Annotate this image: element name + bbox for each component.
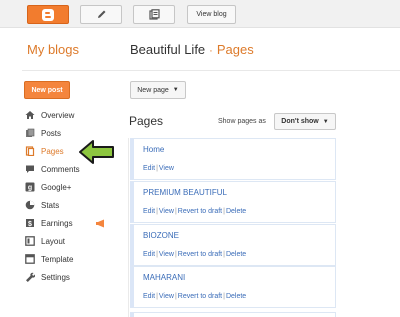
svg-text:g: g <box>27 185 31 192</box>
sidebar-item-google-plus[interactable]: g Google+ <box>24 180 71 194</box>
view-link[interactable]: View <box>159 293 174 300</box>
caret-down-icon: ▼ <box>172 87 179 93</box>
sidebar-item-label: Comments <box>41 164 80 174</box>
edit-link[interactable]: Edit <box>143 293 155 300</box>
new-post-button[interactable]: New post <box>24 81 70 99</box>
page-actions: Edit|View <box>143 165 174 172</box>
section-name: Pages <box>216 42 254 57</box>
edit-link[interactable]: Edit <box>143 251 155 258</box>
caret-down-icon: ▼ <box>322 118 329 125</box>
sidebar-item-layout[interactable]: Layout <box>24 234 65 248</box>
view-blog-button[interactable]: View blog <box>187 5 236 24</box>
pages-heading: Pages <box>129 114 164 128</box>
show-pages-value: Don't show <box>281 118 319 125</box>
template-icon <box>24 254 35 265</box>
page-title-link[interactable]: PREMIUM BEAUTIFUL <box>143 188 227 197</box>
delete-link[interactable]: Delete <box>226 251 246 258</box>
sidebar-item-overview[interactable]: Overview <box>24 108 74 122</box>
sidebar-item-posts[interactable]: Posts <box>24 126 61 140</box>
my-blogs-link[interactable]: My blogs <box>27 42 79 57</box>
blogger-logo-button[interactable] <box>27 5 69 24</box>
green-arrow-icon <box>79 140 114 164</box>
pencil-icon <box>97 10 105 18</box>
sidebar-item-label: Earnings <box>41 218 73 228</box>
layout-icon <box>24 236 35 247</box>
posts-list-button[interactable] <box>133 5 175 24</box>
sidebar-item-label: Posts <box>41 128 62 138</box>
view-link[interactable]: View <box>159 251 174 258</box>
view-link[interactable]: View <box>159 208 174 215</box>
new-post-pencil-button[interactable] <box>80 5 122 24</box>
revert-to-draft-link[interactable]: Revert to draft <box>178 208 222 215</box>
page-actions: Edit|View|Revert to draft|Delete <box>143 251 247 258</box>
edit-link[interactable]: Edit <box>143 165 155 172</box>
revert-to-draft-link[interactable]: Revert to draft <box>178 293 222 300</box>
blog-name[interactable]: Beautiful Life <box>130 42 205 57</box>
sidebar-item-label: Overview <box>41 110 75 120</box>
show-pages-select[interactable]: Don't show ▼ <box>274 113 336 130</box>
blogger-icon <box>42 8 54 21</box>
view-link[interactable]: View <box>159 165 174 172</box>
page-actions: Edit|View|Revert to draft|Delete <box>143 293 247 300</box>
page-title-link[interactable]: BIOZONE <box>143 231 179 240</box>
earnings-icon: $ <box>24 218 35 229</box>
sidebar-item-label: Layout <box>41 236 66 246</box>
megaphone-icon <box>95 219 106 228</box>
sidebar-item-comments[interactable]: Comments <box>24 162 80 176</box>
header-divider <box>22 70 400 71</box>
sidebar-item-label: Template <box>41 254 74 264</box>
posts-icon <box>24 128 35 139</box>
title-separator: · <box>209 45 213 57</box>
page-row[interactable]: PREMIUM BEAUTIFUL Edit|View|Revert to dr… <box>130 181 336 223</box>
page-row[interactable]: MAHARANI Edit|View|Revert to draft|Delet… <box>130 266 336 308</box>
delete-link[interactable]: Delete <box>226 208 246 215</box>
page-title-link[interactable]: MAHARANI <box>143 273 185 282</box>
show-pages-label: Show pages as <box>218 118 266 125</box>
page-title-link[interactable]: Home <box>143 145 164 154</box>
sidebar-item-settings[interactable]: Settings <box>24 270 70 284</box>
page-title: Beautiful Life · Pages <box>130 42 254 57</box>
new-page-dropdown[interactable]: New page ▼ <box>130 81 186 99</box>
pages-stack-icon <box>148 9 160 20</box>
home-icon <box>24 110 35 121</box>
page-row-partial <box>130 312 336 317</box>
new-page-label: New page <box>137 86 169 94</box>
svg-text:$: $ <box>28 221 32 228</box>
sidebar-item-template[interactable]: Template <box>24 252 73 266</box>
top-bar: View blog <box>0 0 400 28</box>
sidebar-item-label: Pages <box>41 146 64 156</box>
sidebar-item-label: Settings <box>41 272 70 282</box>
google-plus-icon: g <box>24 182 35 193</box>
wrench-icon <box>24 272 35 283</box>
comments-icon <box>24 164 35 175</box>
pages-icon <box>24 146 35 157</box>
sidebar-item-pages[interactable]: Pages <box>24 144 64 158</box>
edit-link[interactable]: Edit <box>143 208 155 215</box>
sidebar-item-label: Stats <box>41 200 60 210</box>
sidebar-item-stats[interactable]: Stats <box>24 198 59 212</box>
delete-link[interactable]: Delete <box>226 293 246 300</box>
page-row[interactable]: Home Edit|View <box>130 138 336 180</box>
content-divider <box>128 138 129 317</box>
stats-icon <box>24 200 35 211</box>
page-row[interactable]: BIOZONE Edit|View|Revert to draft|Delete <box>130 224 336 266</box>
page-actions: Edit|View|Revert to draft|Delete <box>143 208 247 215</box>
sidebar-item-label: Google+ <box>41 182 72 192</box>
revert-to-draft-link[interactable]: Revert to draft <box>178 251 222 258</box>
sidebar-item-earnings[interactable]: $ Earnings <box>24 216 106 230</box>
